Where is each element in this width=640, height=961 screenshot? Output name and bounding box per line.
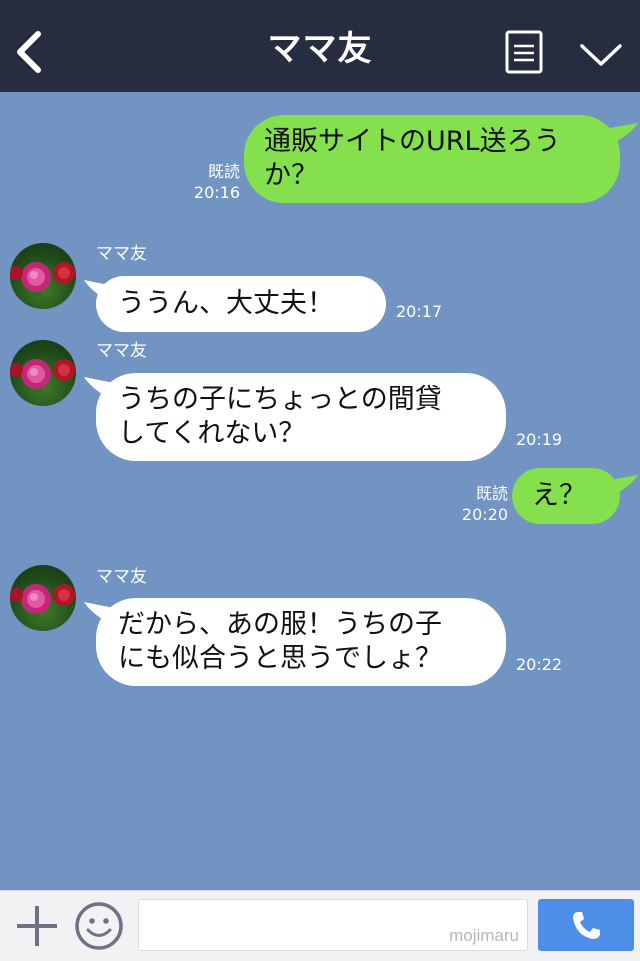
read-label: 既読 (475, 484, 508, 503)
chevron-down-icon (580, 44, 622, 66)
read-receipt: 既読 20:16 (186, 161, 240, 203)
chat-title: ママ友 (267, 29, 373, 69)
message-text-line: ううん、大丈夫！ (118, 288, 334, 319)
list-icon (505, 30, 543, 74)
smiley-icon (75, 902, 123, 950)
message-text-line: え？ (532, 480, 586, 511)
message-text-line: してくれない？ (118, 418, 306, 449)
avatar[interactable] (10, 340, 76, 406)
message-bubble[interactable]: え？ (512, 468, 620, 524)
watermark: mojimaru (449, 926, 519, 945)
sender-name: ママ友 (96, 567, 147, 587)
rose-avatar-image (10, 359, 75, 394)
avatar[interactable] (10, 565, 76, 631)
input-bar: mojimaru (0, 890, 640, 961)
rose-avatar-image (10, 584, 75, 619)
message-time: 20:22 (516, 655, 563, 674)
message-bubble[interactable]: うちの子にちょっとの間貸 してくれない？ (96, 373, 506, 461)
message-input[interactable]: mojimaru (138, 899, 528, 951)
message-text-line: 通販サイトのURL送ろう (264, 126, 561, 157)
read-receipt: 既読 20:20 (454, 483, 508, 525)
menu-button[interactable] (504, 30, 544, 74)
add-button[interactable] (14, 903, 60, 949)
message-bubble[interactable]: ううん、大丈夫！ (96, 276, 386, 332)
message-text-line: か？ (264, 160, 318, 191)
plus-icon (17, 906, 57, 946)
message-time: 20:20 (461, 505, 508, 524)
message-text-line: だから、あの服！うちの子 (118, 609, 442, 640)
emoji-button[interactable] (74, 901, 124, 951)
sender-name: ママ友 (96, 341, 147, 361)
call-button[interactable] (538, 899, 634, 951)
read-label: 既読 (207, 162, 240, 181)
rose-avatar-image (10, 262, 75, 297)
phone-icon (573, 912, 600, 939)
chat-area[interactable]: 既読 20:16 通販サイトのURL送ろう か？ ママ友 ううん、大丈夫！ 20… (0, 92, 640, 890)
message-bubble[interactable]: だから、あの服！うちの子 にも似合うと思うでしょ？ (96, 598, 506, 686)
sender-name: ママ友 (96, 244, 147, 264)
dropdown-button[interactable] (578, 38, 624, 70)
chat-header: ママ友 (0, 0, 640, 92)
message-bubble[interactable]: 通販サイトのURL送ろう か？ (244, 115, 620, 203)
avatar[interactable] (10, 243, 76, 309)
message-text-line: にも似合うと思うでしょ？ (118, 643, 442, 674)
message-time: 20:17 (396, 302, 443, 321)
message-text-line: うちの子にちょっとの間貸 (118, 384, 442, 415)
message-time: 20:19 (516, 430, 563, 449)
message-time: 20:16 (193, 183, 240, 202)
